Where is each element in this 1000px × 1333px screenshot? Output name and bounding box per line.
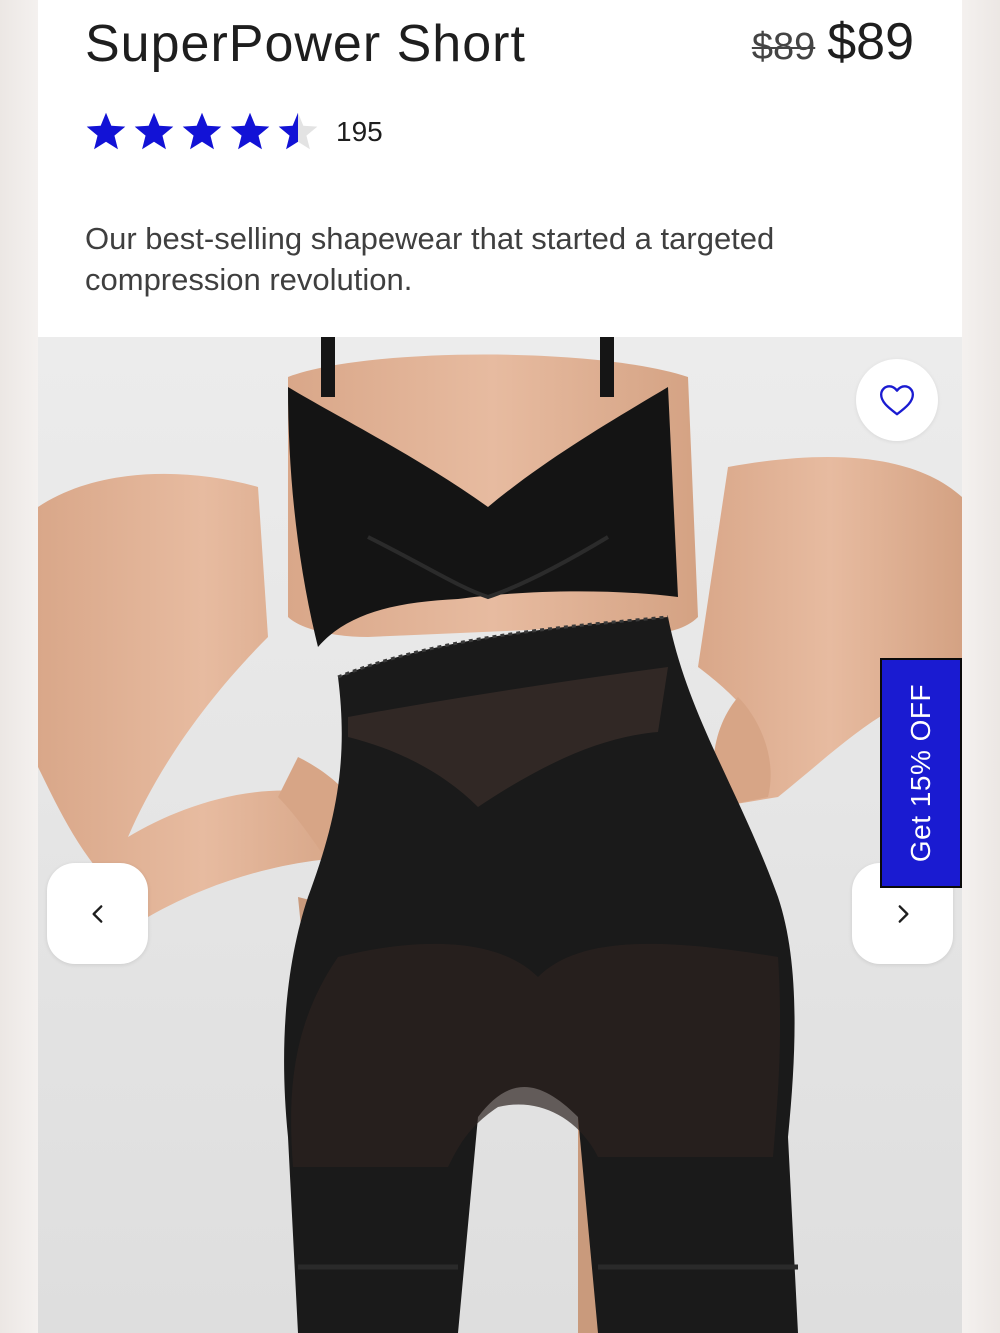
original-price: $89 bbox=[751, 26, 816, 68]
wishlist-button[interactable] bbox=[856, 359, 938, 441]
discount-promo-tab[interactable]: Get 15% OFF bbox=[880, 658, 962, 888]
product-image bbox=[38, 337, 962, 1333]
promo-label: Get 15% OFF bbox=[905, 683, 936, 863]
review-count[interactable]: 195 bbox=[336, 116, 383, 148]
star-filled-icon bbox=[182, 112, 222, 150]
heart-outline-icon bbox=[880, 385, 914, 416]
product-page: SuperPower Short $89 $89 195 Our best-se… bbox=[38, 0, 962, 1333]
chevron-left-icon bbox=[91, 904, 102, 923]
price: $89 $89 bbox=[752, 12, 914, 72]
current-price: $89 bbox=[827, 13, 914, 71]
rating-stars bbox=[84, 110, 320, 154]
star-filled-icon bbox=[86, 112, 126, 150]
product-description: Our best-selling shapewear that started … bbox=[85, 221, 775, 297]
gallery-prev-button[interactable] bbox=[47, 863, 148, 964]
product-title: SuperPower Short bbox=[85, 15, 526, 73]
chevron-right-icon bbox=[898, 904, 909, 923]
product-gallery[interactable] bbox=[38, 337, 962, 1333]
star-filled-icon bbox=[134, 112, 174, 150]
star-filled-icon bbox=[230, 112, 270, 150]
product-rating[interactable]: 195 bbox=[84, 110, 383, 154]
star-half-icon bbox=[278, 112, 318, 150]
